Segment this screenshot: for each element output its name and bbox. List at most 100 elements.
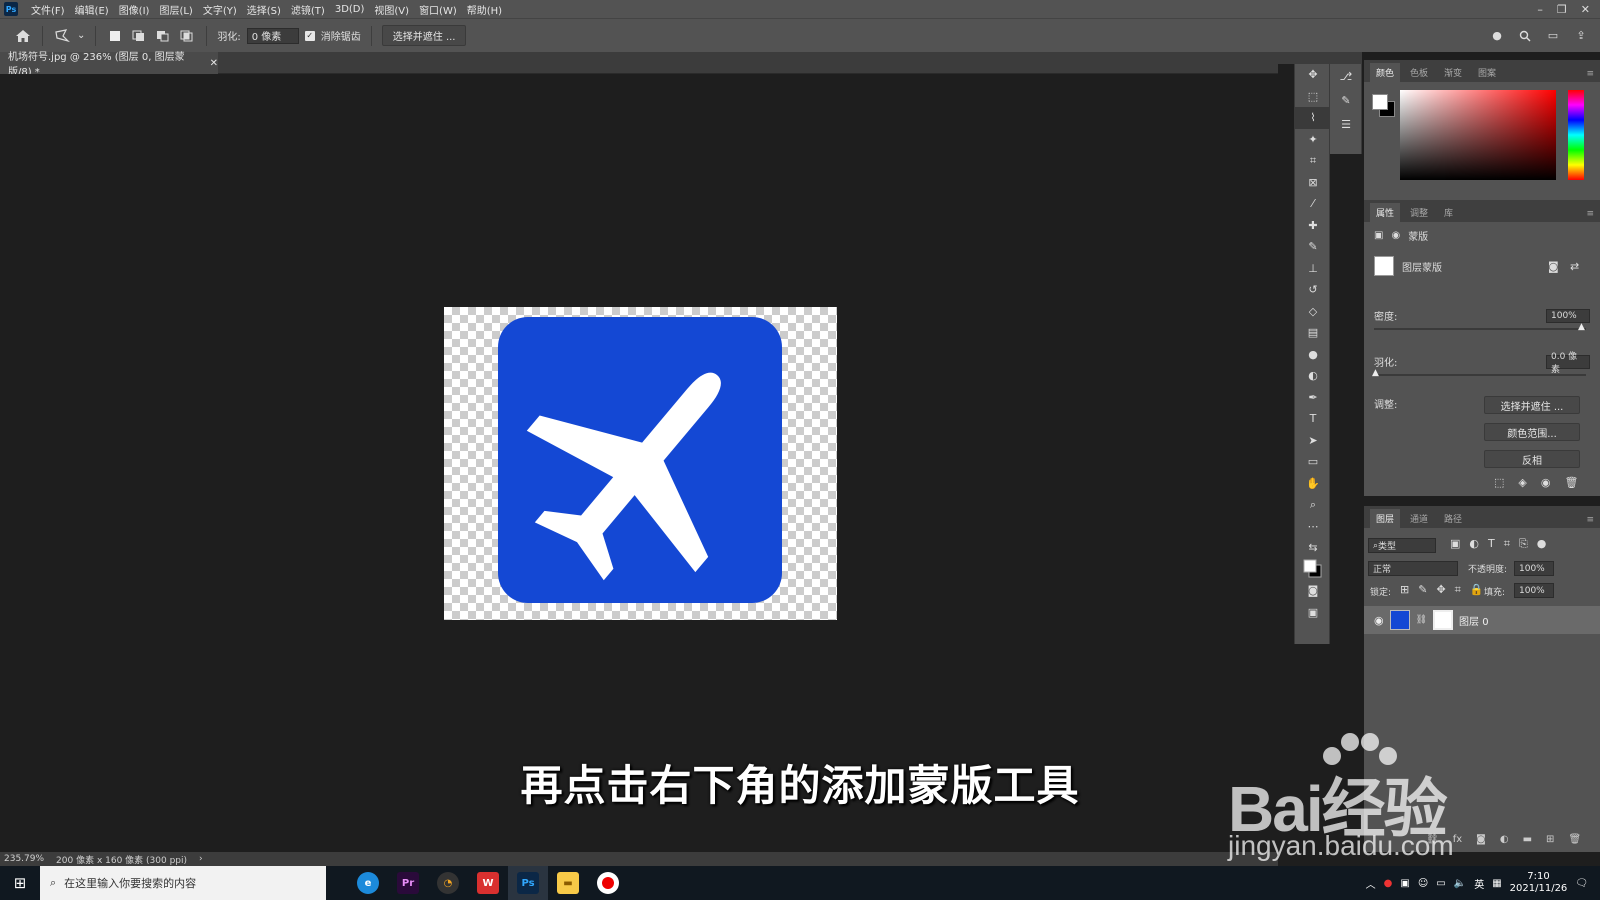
tab-patterns[interactable]: 图案 (1472, 63, 1502, 82)
fill-input[interactable]: 100% (1514, 583, 1554, 598)
frame-tool-icon[interactable]: ⊠ (1295, 172, 1331, 194)
select-and-mask-button[interactable]: 选择并遮住 ... (381, 25, 467, 46)
swap-colors-icon[interactable]: ⇆ (1295, 537, 1331, 559)
magic-wand-tool-icon[interactable]: ✦ (1295, 129, 1331, 151)
tab-paths[interactable]: 路径 (1438, 509, 1468, 528)
layer-name[interactable]: 图层 0 (1459, 613, 1489, 628)
feather-slider[interactable] (1374, 374, 1586, 376)
home-icon[interactable] (14, 27, 32, 45)
lock-position-icon[interactable]: ✥ (1436, 583, 1445, 597)
visibility-icon[interactable]: ◉ (1541, 476, 1551, 489)
new-layer-icon[interactable]: ⊞ (1546, 834, 1554, 845)
brush-settings-icon[interactable]: ✎ (1330, 88, 1362, 112)
tray-app-icon[interactable]: ▣ (1400, 878, 1409, 889)
tab-color[interactable]: 颜色 (1370, 63, 1401, 82)
vector-mask-icon[interactable]: ◉ (1391, 230, 1400, 241)
history-brush-tool-icon[interactable]: ↺ (1295, 279, 1331, 301)
move-tool-icon[interactable]: ✥ (1295, 64, 1331, 86)
layer-row[interactable]: ◉ ⛓ 图层 0 (1364, 606, 1600, 634)
new-selection-icon[interactable] (106, 27, 124, 45)
menu-filter[interactable]: 滤镜(T) (286, 2, 330, 17)
layer-mask-thumbnail[interactable] (1374, 256, 1394, 276)
chevron-right-icon[interactable]: › (199, 854, 203, 864)
subtract-selection-icon[interactable] (154, 27, 172, 45)
panel-menu-icon[interactable]: ≡ (1580, 66, 1600, 82)
close-tab-icon[interactable]: ✕ (210, 58, 218, 69)
dodge-tool-icon[interactable]: ◐ (1295, 365, 1331, 387)
document-tab[interactable]: 机场符号.jpg @ 236% (图层 0, 图层蒙版/8) * ✕ (0, 52, 218, 78)
panel-menu-icon[interactable]: ≡ (1580, 512, 1600, 528)
screen-mode-icon[interactable]: ▣ (1295, 602, 1331, 624)
tray-expand-icon[interactable]: ︿ (1366, 876, 1376, 891)
visibility-eye-icon[interactable]: ◉ (1374, 614, 1384, 627)
filter-type-icon[interactable]: T (1488, 537, 1495, 551)
menu-view[interactable]: 视图(V) (369, 2, 414, 17)
preset-dropdown-icon[interactable]: ⌄ (77, 30, 85, 41)
taskbar-explorer[interactable]: ▬ (548, 866, 588, 900)
healing-brush-tool-icon[interactable]: ✚ (1295, 215, 1331, 237)
learn-icon[interactable]: ● (1488, 27, 1506, 45)
layer-thumbnail[interactable] (1389, 610, 1410, 630)
pen-tool-icon[interactable]: ✒ (1295, 387, 1331, 409)
tab-swatches[interactable]: 色板 (1404, 63, 1434, 82)
document-image[interactable] (444, 307, 837, 620)
tray-record-icon[interactable]: ● (1384, 878, 1393, 889)
ime-indicator[interactable]: 英 (1474, 876, 1484, 891)
close-icon[interactable]: ✕ (1581, 3, 1590, 16)
zoom-level[interactable]: 235.79% (4, 854, 44, 864)
menu-layer[interactable]: 图层(L) (154, 2, 197, 17)
workspace-icon[interactable]: ▭ (1544, 27, 1562, 45)
color-range-button[interactable]: 颜色范围... (1484, 423, 1580, 441)
tab-adjustments[interactable]: 调整 (1404, 203, 1434, 222)
layer-filter-kind[interactable]: ⌕ 类型 (1368, 538, 1436, 553)
delete-layer-icon[interactable]: 🗑 (1568, 834, 1581, 845)
taskbar-clock[interactable]: 7:10 2021/11/26 (1510, 871, 1568, 895)
menu-edit[interactable]: 编辑(E) (70, 2, 114, 17)
search-icon[interactable] (1516, 27, 1534, 45)
menu-image[interactable]: 图像(I) (114, 2, 155, 17)
taskbar-premiere[interactable]: Pr (388, 866, 428, 900)
lock-transparent-icon[interactable]: ⊞ (1400, 583, 1409, 597)
blur-tool-icon[interactable]: ● (1295, 344, 1331, 366)
taskbar-recorder[interactable] (588, 866, 628, 900)
quick-mask-icon[interactable]: ◙ (1295, 580, 1331, 602)
zoom-tool-icon[interactable]: ⌕ (1295, 494, 1331, 516)
feather-slider-handle[interactable]: ▲ (1372, 368, 1379, 378)
ime-grid-icon[interactable]: ▦ (1492, 878, 1501, 889)
menu-help[interactable]: 帮助(H) (462, 2, 507, 17)
tab-gradients[interactable]: 渐变 (1438, 63, 1468, 82)
intersect-selection-icon[interactable] (178, 27, 196, 45)
taskbar-search-box[interactable]: ⌕ 在这里输入你要搜索的内容 (40, 866, 326, 900)
rectangle-tool-icon[interactable]: ▭ (1295, 451, 1331, 473)
taskbar-photoshop[interactable]: Ps (508, 866, 548, 900)
notification-icon[interactable]: 🗨 (1575, 878, 1588, 889)
feather-input[interactable]: 0 像素 (246, 27, 299, 44)
select-and-mask-panel-button[interactable]: 选择并遮住 ... (1484, 396, 1580, 414)
filter-shape-icon[interactable]: ⌗ (1504, 537, 1510, 551)
filter-adjustment-icon[interactable]: ◐ (1469, 537, 1479, 551)
opacity-input[interactable]: 100% (1514, 561, 1554, 576)
menu-type[interactable]: 文字(Y) (198, 2, 242, 17)
tab-properties[interactable]: 属性 (1370, 203, 1401, 222)
lasso-tool-icon[interactable]: ⌇ (1295, 107, 1331, 129)
density-slider[interactable] (1374, 328, 1586, 330)
adjust-settings-icon[interactable]: ☰ (1330, 112, 1362, 136)
menu-window[interactable]: 窗口(W) (414, 2, 462, 17)
antialias-checkbox[interactable]: ✓ (304, 30, 315, 41)
load-selection-icon[interactable]: ⬚ (1494, 476, 1504, 489)
panel-collapse-strip[interactable] (1278, 52, 1362, 64)
type-tool-icon[interactable]: T (1295, 408, 1331, 430)
delete-mask-icon[interactable]: 🗑 (1564, 476, 1578, 489)
brush-tool-icon[interactable]: ✎ (1295, 236, 1331, 258)
blend-mode-select[interactable]: 正常 (1368, 561, 1458, 576)
filter-pixel-icon[interactable]: ▣ (1450, 537, 1460, 551)
menu-file[interactable]: 文件(F) (26, 2, 70, 17)
select-mask-icon[interactable]: ◙ (1548, 260, 1559, 273)
apply-mask-icon[interactable]: ◈ (1518, 476, 1526, 489)
volume-icon[interactable]: 🔈 (1454, 878, 1466, 889)
panel-menu-icon[interactable]: ≡ (1580, 206, 1600, 222)
invert-button[interactable]: 反相 (1484, 450, 1580, 468)
network-icon[interactable]: ▭ (1436, 878, 1445, 889)
taskbar-wps[interactable]: W (468, 866, 508, 900)
density-input[interactable]: 100% (1546, 308, 1590, 323)
